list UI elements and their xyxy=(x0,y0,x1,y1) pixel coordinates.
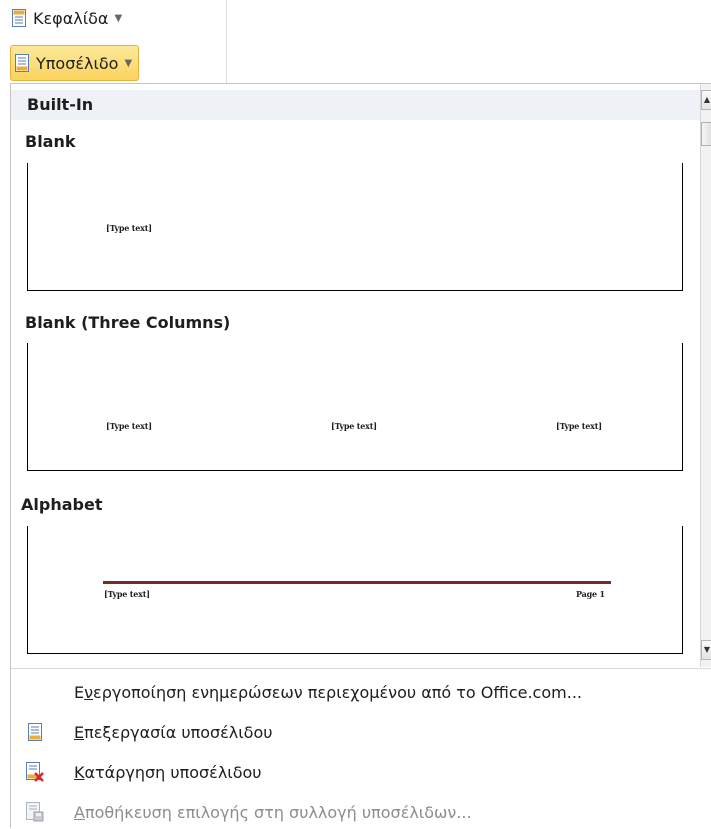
gallery-section-heading: Built-In xyxy=(11,90,700,120)
header-button-label: Κεφαλίδα xyxy=(33,8,109,28)
gallery-item-title: Blank xyxy=(25,132,76,151)
scroll-thumb[interactable] xyxy=(701,122,711,146)
save-selection-icon xyxy=(23,800,47,824)
alphabet-footer-rule xyxy=(103,581,611,584)
page-number-label: Page 1 xyxy=(576,589,605,599)
remove-footer-icon xyxy=(23,760,47,784)
placeholder-text: [Type text] xyxy=(106,223,152,233)
edit-footer-icon xyxy=(23,720,47,744)
chevron-down-icon: ▼ xyxy=(114,12,123,24)
menu-item-save-selection-to-gallery: Αποθήκευση επιλογής στη συλλογή υποσέλιδ… xyxy=(11,795,711,829)
menu-item-enable-content-updates[interactable]: Ενεργοποίηση ενημερώσεων περιεχομένου απ… xyxy=(11,675,711,709)
ribbon-group-header-footer: Κεφαλίδα ▼ Υποσέλιδο ▼ xyxy=(0,0,711,83)
gallery-item-blank-three-columns[interactable]: [Type text] [Type text] [Type text] xyxy=(27,343,683,471)
menu-item-label: Ενεργοποίηση ενημερώσεων περιεχομένου απ… xyxy=(74,682,582,702)
gallery-item-title: Blank (Three Columns) xyxy=(25,313,231,332)
scroll-up-arrow-icon[interactable]: ▲ xyxy=(701,90,711,110)
gallery-item-blank[interactable]: [Type text] xyxy=(27,163,683,291)
menu-item-label: Κατάργηση υποσέλιδου xyxy=(74,762,262,782)
scroll-down-arrow-icon[interactable]: ▼ xyxy=(701,640,711,660)
placeholder-text: [Type text] xyxy=(106,421,152,431)
menu-item-remove-footer[interactable]: Κατάργηση υποσέλιδου xyxy=(11,755,711,789)
footer-button[interactable]: Υποσέλιδο ▼ xyxy=(10,45,140,81)
footer-gallery: Built-In Blank [Type text] Blank (Three … xyxy=(11,84,700,667)
page-footer-icon xyxy=(15,54,29,72)
gallery-scrollbar[interactable]: ▲ ▼ xyxy=(700,84,711,667)
footer-button-label: Υποσέλιδο xyxy=(36,53,119,73)
gallery-item-title: Alphabet xyxy=(21,495,103,514)
menu-item-label: Επεξεργασία υποσέλιδου xyxy=(74,722,273,742)
placeholder-text: [Type text] xyxy=(556,421,602,431)
header-button[interactable]: Κεφαλίδα ▼ xyxy=(8,3,128,33)
menu-item-edit-footer[interactable]: Επεξεργασία υποσέλιδου xyxy=(11,715,711,749)
gallery-item-alphabet[interactable]: [Type text] Page 1 xyxy=(27,526,683,654)
page-header-icon xyxy=(12,9,26,27)
placeholder-text: [Type text] xyxy=(104,589,150,599)
ribbon-separator xyxy=(226,0,227,83)
menu-item-label: Αποθήκευση επιλογής στη συλλογή υποσέλιδ… xyxy=(74,802,472,822)
footer-dropdown-menu: Built-In Blank [Type text] Blank (Three … xyxy=(10,83,711,828)
menu-separator xyxy=(11,668,711,669)
chevron-down-icon: ▼ xyxy=(124,57,133,69)
placeholder-text: [Type text] xyxy=(331,421,377,431)
